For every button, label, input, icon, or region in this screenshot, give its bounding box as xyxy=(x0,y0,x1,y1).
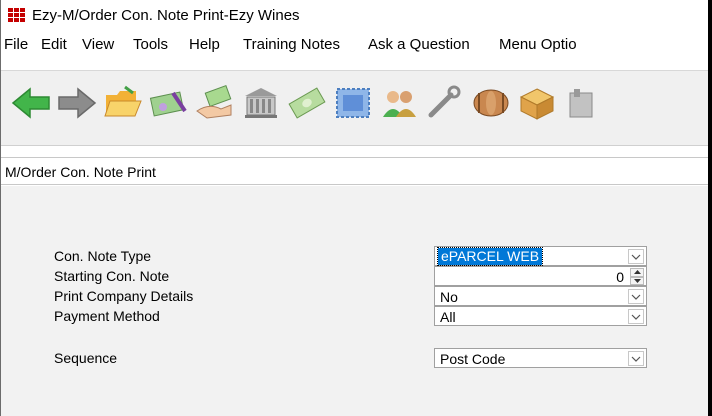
menu-help[interactable]: Help xyxy=(189,36,220,53)
menu-bar: File Edit View Tools Help Training Notes… xyxy=(1,32,708,58)
print-company-details-label: Print Company Details xyxy=(54,288,194,304)
starting-con-note-stepper[interactable]: 0 xyxy=(434,266,647,286)
chevron-down-icon[interactable] xyxy=(628,351,644,366)
menu-edit[interactable]: Edit xyxy=(41,36,67,53)
bank-icon[interactable] xyxy=(239,81,283,125)
money-notes-icon[interactable] xyxy=(285,81,329,125)
payment-method-value: All xyxy=(440,309,456,325)
people-icon[interactable] xyxy=(377,81,421,125)
barrel-icon[interactable] xyxy=(469,81,513,125)
con-note-type-label: Con. Note Type xyxy=(54,248,152,264)
app-window: Ezy-M/Order Con. Note Print-Ezy Wines Fi… xyxy=(0,0,708,416)
menu-view[interactable]: View xyxy=(82,36,114,53)
stamp-icon[interactable] xyxy=(331,81,375,125)
con-note-form: Con. Note Type ePARCEL WEB Starting Con.… xyxy=(1,186,708,416)
spin-down-icon[interactable] xyxy=(630,276,644,285)
menu-options[interactable]: Menu Optio xyxy=(499,36,577,53)
menu-ask-a-question[interactable]: Ask a Question xyxy=(368,36,470,53)
payment-method-select[interactable]: All xyxy=(434,306,647,326)
cheque-icon[interactable] xyxy=(147,81,191,125)
more-icon[interactable] xyxy=(559,81,599,125)
app-icon xyxy=(8,8,26,24)
chevron-down-icon[interactable] xyxy=(628,249,644,264)
sequence-label: Sequence xyxy=(54,350,118,366)
starting-con-note-value: 0 xyxy=(616,269,624,285)
spin-up-icon[interactable] xyxy=(630,268,644,277)
chevron-down-icon[interactable] xyxy=(628,289,644,304)
box-icon[interactable] xyxy=(515,81,559,125)
wrench-icon[interactable] xyxy=(423,81,467,125)
menu-tools[interactable]: Tools xyxy=(133,36,168,53)
hand-money-icon[interactable] xyxy=(193,81,237,125)
starting-con-note-label: Starting Con. Note xyxy=(54,268,170,284)
folder-open-icon[interactable] xyxy=(101,81,145,125)
menu-training-notes[interactable]: Training Notes xyxy=(243,36,340,53)
toolbar xyxy=(1,70,708,146)
back-arrow-icon[interactable] xyxy=(9,81,53,125)
print-company-details-select[interactable]: No xyxy=(434,286,647,306)
chevron-down-icon[interactable] xyxy=(628,309,644,324)
print-company-details-value: No xyxy=(440,289,458,305)
menu-file[interactable]: File xyxy=(4,36,28,53)
forward-arrow-icon[interactable] xyxy=(55,81,99,125)
spinner[interactable] xyxy=(630,268,644,285)
title-bar: Ezy-M/Order Con. Note Print-Ezy Wines xyxy=(1,0,708,32)
payment-method-label: Payment Method xyxy=(54,308,160,324)
con-note-type-value: ePARCEL WEB xyxy=(436,247,544,266)
sequence-value: Post Code xyxy=(440,351,506,367)
sequence-select[interactable]: Post Code xyxy=(434,348,647,368)
window-title: Ezy-M/Order Con. Note Print-Ezy Wines xyxy=(32,7,300,24)
panel-title: M/Order Con. Note Print xyxy=(5,164,156,180)
con-note-type-select[interactable]: ePARCEL WEB xyxy=(434,246,647,266)
panel-header: M/Order Con. Note Print xyxy=(1,157,708,185)
